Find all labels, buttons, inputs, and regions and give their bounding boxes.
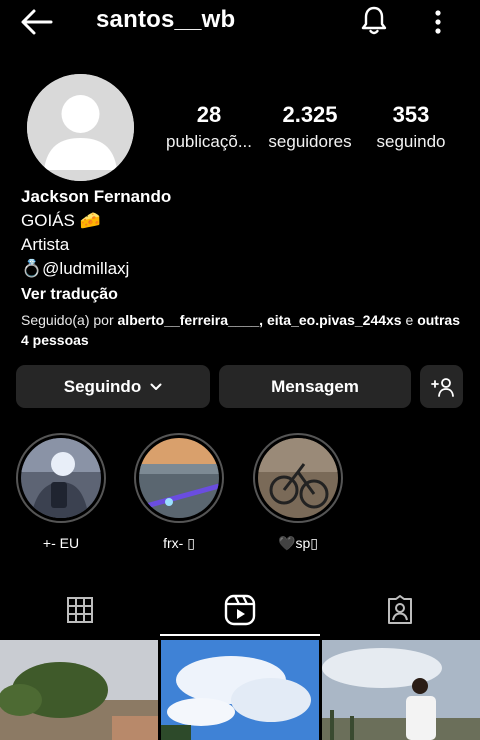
followers-count: 2.325 (282, 102, 338, 127)
highlight-1-cover (21, 438, 101, 518)
highlight-ring (253, 433, 343, 523)
grid-icon (67, 597, 93, 623)
reels-grid (0, 640, 480, 740)
profile-username: santos__wb (96, 6, 236, 33)
highlight-2-label: frx- ▯ (163, 535, 195, 551)
bio-line-location: GOIÁS 🧀 (21, 211, 101, 230)
stat-posts[interactable]: 28 publicaçõ... (160, 102, 258, 156)
bio-line-category: Artista (21, 235, 70, 254)
avatar[interactable] (27, 74, 134, 181)
highlight-3-cover (258, 438, 338, 518)
stat-followers[interactable]: 2.325 seguidores (262, 102, 358, 156)
message-button-label: Mensagem (271, 376, 359, 396)
followed-by-users[interactable]: alberto__ferreira____, eita_eo.pivas_244… (118, 312, 402, 328)
arrow-left-icon[interactable] (20, 8, 54, 36)
following-label: seguindo (376, 132, 446, 151)
suggested-users-button[interactable] (420, 365, 463, 408)
person-add-icon (430, 377, 454, 397)
profile-bio: Jackson Fernando GOIÁS 🧀 Artista 💍@ludmi… (21, 184, 461, 350)
highlight-1[interactable]: +- EU (16, 433, 106, 552)
highlight-3[interactable]: 🖤sp▯ (253, 433, 343, 552)
grid-item[interactable] (161, 640, 319, 740)
following-count: 353 (392, 102, 430, 127)
profile-display-name: Jackson Fernando (21, 187, 172, 206)
posts-label: publicaçõ... (166, 132, 252, 151)
following-button-label: Seguindo (63, 376, 142, 396)
highlight-3-label: 🖤sp▯ (278, 535, 318, 551)
followed-by-mid: e (401, 312, 418, 328)
bell-icon[interactable] (358, 4, 390, 36)
bio-line-mention[interactable]: 💍@ludmillaxj (21, 257, 461, 281)
active-tab-indicator (160, 634, 320, 636)
grid-item[interactable] (0, 640, 158, 740)
highlight-2-cover (139, 438, 219, 518)
top-bar: santos__wb (0, 0, 480, 44)
following-button[interactable]: Seguindo (16, 365, 210, 408)
tagged-icon (388, 595, 412, 624)
grid-item[interactable] (322, 640, 480, 740)
followed-by-prefix: Seguido(a) por (21, 312, 118, 328)
posts-count: 28 (196, 102, 222, 127)
tab-tagged[interactable] (320, 584, 480, 636)
followed-by-text[interactable]: Seguido(a) por alberto__ferreira____, ei… (21, 310, 461, 350)
tab-reels[interactable] (160, 584, 320, 636)
profile-tabs (0, 584, 480, 636)
tab-posts[interactable] (0, 584, 160, 636)
chevron-down-icon (150, 383, 162, 390)
reels-icon (224, 594, 256, 626)
followers-label: seguidores (268, 132, 352, 151)
highlight-ring (134, 433, 224, 523)
highlight-ring (16, 433, 106, 523)
more-vertical-icon[interactable] (428, 8, 448, 36)
stat-following[interactable]: 353 seguindo (370, 102, 452, 156)
see-translation-link[interactable]: Ver tradução (21, 282, 461, 308)
message-button[interactable]: Mensagem (219, 365, 411, 408)
highlight-1-label: +- EU (42, 535, 80, 551)
default-avatar-icon (27, 74, 134, 181)
highlight-2[interactable]: frx- ▯ (134, 433, 224, 552)
